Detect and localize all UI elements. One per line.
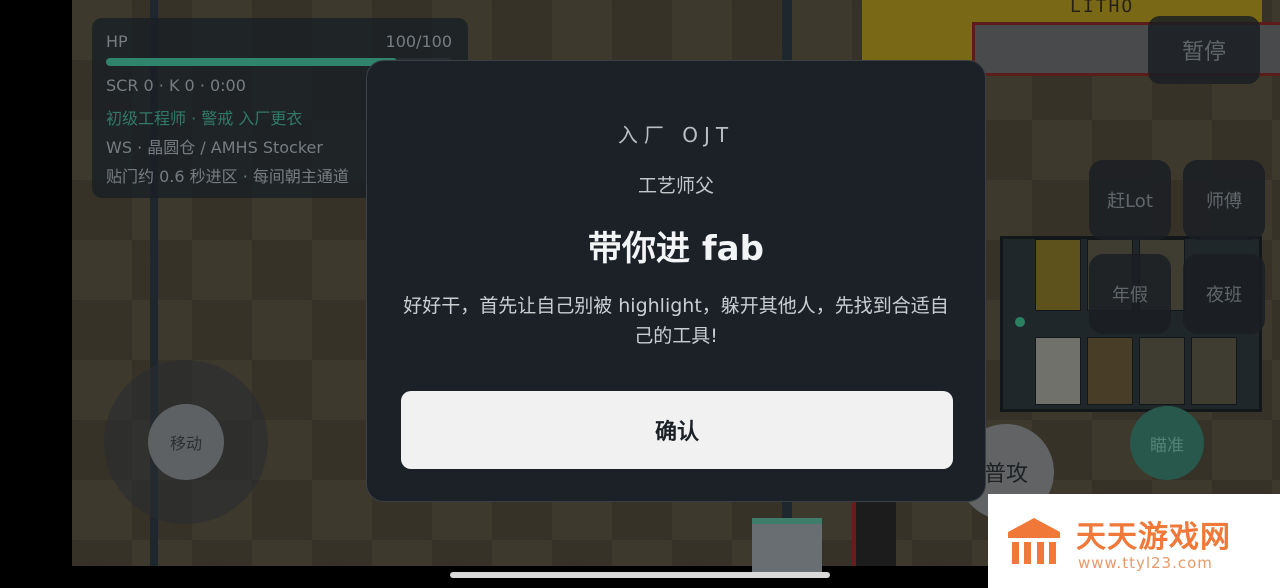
intro-dialog: 入厂 OJT 工艺师父 带你进 fab 好好干，首先让自己别被 highligh… [366, 60, 986, 502]
dialog-kicker: 入厂 OJT [617, 123, 735, 147]
dialog-title: 带你进 fab [588, 229, 764, 269]
confirm-button[interactable]: 确认 [401, 391, 953, 469]
dialog-message: 好好干，首先让自己别被 highlight，躲开其他人，先找到合适自己的工具! [403, 295, 949, 347]
home-indicator[interactable] [450, 572, 830, 578]
watermark-name: 天天游戏网 [1076, 520, 1231, 555]
site-watermark: 天天游戏网 www.ttyl23.com [988, 494, 1280, 588]
watermark-url: www.ttyl23.com [1078, 554, 1213, 572]
dialog-speaker: 工艺师父 [637, 175, 714, 197]
site-logo-icon [1008, 518, 1060, 564]
game-screen: LITHO HP 100/100 SCR 0 · K 0 · 0:00 初级工程… [0, 0, 1280, 588]
